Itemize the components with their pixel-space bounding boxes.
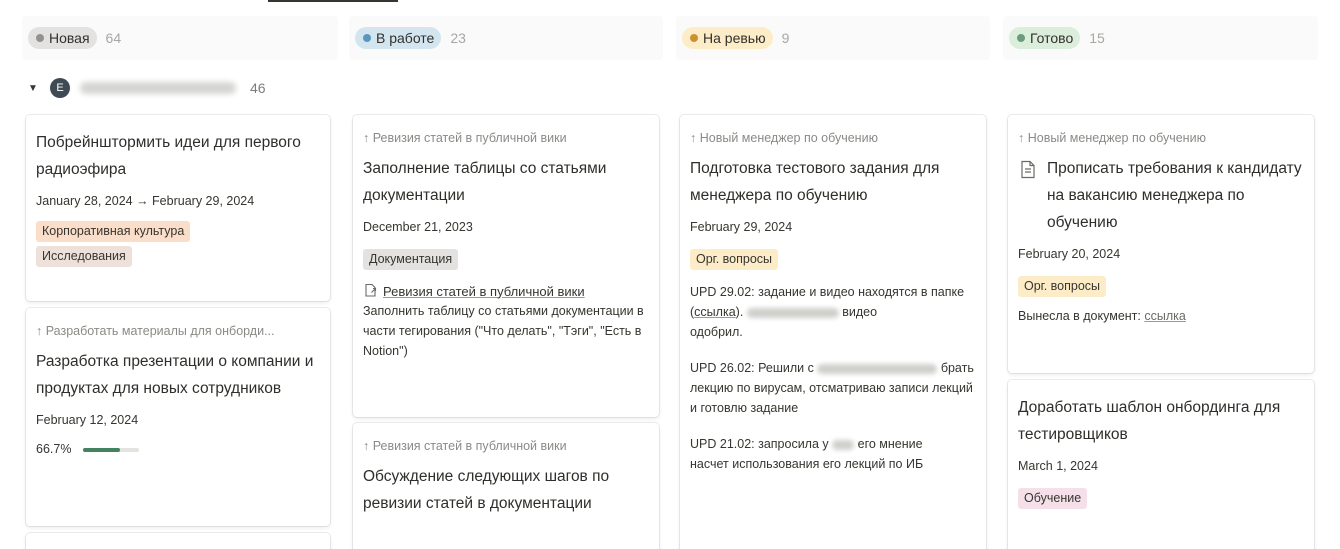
update-text: его мнение (857, 437, 923, 451)
card[interactable]: ↑ Ревизия статей в публичной вики Заполн… (353, 115, 659, 417)
card-date: December 21, 2023 (363, 220, 473, 234)
status-pill-done: Готово (1009, 27, 1081, 49)
column-header-done[interactable]: Готово 15 (1003, 16, 1318, 60)
update-text: видео (842, 305, 878, 319)
page-icon (1021, 160, 1035, 179)
redacted-name (746, 307, 839, 318)
linked-page[interactable]: Ревизия статей в публичной вики (363, 283, 649, 299)
triangle-down-icon[interactable]: ▼ (28, 83, 42, 94)
update-link[interactable]: ссылка (694, 305, 735, 319)
redacted-name (832, 439, 855, 450)
card-tags: Документация (363, 249, 649, 270)
tag: Орг. вопросы (1018, 276, 1107, 297)
tag: Обучение (1018, 488, 1088, 509)
progress-label: 66.7% (36, 442, 72, 456)
card-title-row: Прописать требования к кандидату на вака… (1018, 155, 1304, 236)
card-title: Прописать требования к кандидату на вака… (1047, 160, 1302, 231)
update-text: UPD 26.02: Решили с (690, 361, 814, 375)
active-view-underline (268, 0, 398, 2)
card[interactable] (26, 533, 330, 549)
card[interactable]: ↑ Новый менеджер по обучению Прописать т… (1008, 115, 1314, 373)
card-tags: Корпоративная культура (36, 221, 320, 242)
note-link[interactable]: ссылка (1144, 309, 1185, 323)
status-pill-new: Новая (28, 27, 97, 49)
group-owner-name (80, 82, 236, 94)
card[interactable]: Побрейнштормить идеи для первого радиоэф… (26, 115, 330, 301)
card-parent: ↑ Ревизия статей в публичной вики (363, 131, 567, 145)
progress-fill (82, 447, 121, 452)
update-text: UPD 21.02: запросила у (690, 437, 829, 451)
update-note-1: UPD 29.02: задание и видео находятся в п… (690, 282, 976, 342)
column-count: 15 (1089, 30, 1105, 46)
status-label: Готово (1030, 30, 1074, 46)
card-title: Подготовка тестового задания для менедже… (690, 160, 940, 204)
column-header-new[interactable]: Новая 64 (22, 16, 338, 60)
group-count: 46 (250, 80, 266, 96)
update-text: насчет использования его лекций по ИБ (690, 457, 924, 471)
column-count: 9 (781, 30, 790, 46)
card-note: Вынесла в документ: ссылка (1018, 306, 1304, 326)
status-pill-in-progress: В работе (355, 27, 442, 49)
status-pill-review: На ревью (682, 27, 773, 49)
card-parent: ↑ Новый менеджер по обучению (1018, 131, 1206, 145)
update-note-3: UPD 21.02: запросила у его мнение насчет… (690, 434, 976, 474)
note-text: Вынесла в документ: (1018, 309, 1141, 323)
status-dot-icon (690, 34, 698, 42)
card-date: January 28, 2024 → February 29, 2024 (36, 194, 255, 208)
card-date: March 1, 2024 (1018, 459, 1098, 473)
card-parent: ↑ Разработать материалы для онборди... (36, 324, 275, 338)
card-title: Побрейнштормить идеи для первого радиоэф… (36, 134, 301, 178)
card-date: February 12, 2024 (36, 413, 139, 427)
linked-page-description: Заполнить таблицу со статьями документац… (363, 304, 644, 358)
tag: Орг. вопросы (690, 249, 779, 270)
card-tags: Орг. вопросы (1018, 276, 1304, 297)
card-title: Обсуждение следующих шагов по ревизии ст… (363, 468, 610, 512)
status-dot-icon (363, 34, 371, 42)
card[interactable]: ↑ Ревизия статей в публичной вики Обсужд… (353, 423, 659, 549)
card[interactable]: ↑ Новый менеджер по обучению Подготовка … (680, 115, 986, 549)
status-label: На ревью (703, 30, 766, 46)
card-parent: ↑ Новый менеджер по обучению (690, 131, 878, 145)
card-title: Разработка презентации о компании и прод… (36, 353, 314, 397)
progress-bar (82, 447, 139, 452)
redacted-name (817, 363, 938, 374)
card[interactable]: Доработать шаблон онбординга для тестиро… (1008, 380, 1314, 549)
card-tags: Орг. вопросы (690, 249, 976, 270)
card[interactable]: ↑ Разработать материалы для онборди... Р… (26, 308, 330, 526)
tag: Исследования (36, 246, 132, 267)
group-header: ▼ E 46 (28, 77, 266, 99)
tag: Корпоративная культура (36, 221, 191, 242)
status-dot-icon (1017, 34, 1025, 42)
linked-page-icon (365, 283, 377, 297)
status-label: В работе (376, 30, 435, 46)
update-text: ). (735, 305, 744, 319)
card-title: Доработать шаблон онбординга для тестиро… (1018, 399, 1281, 443)
card-tags: Обучение (1018, 488, 1304, 509)
column-count: 23 (450, 30, 466, 46)
status-dot-icon (36, 34, 44, 42)
avatar: E (50, 78, 70, 98)
column-header-in-progress[interactable]: В работе 23 (349, 16, 663, 60)
card-date: February 29, 2024 (690, 220, 793, 234)
card-parent: ↑ Ревизия статей в публичной вики (363, 439, 567, 453)
update-text: одобрил. (690, 325, 743, 339)
linked-page-title[interactable]: Ревизия статей в публичной вики (383, 284, 585, 299)
card-date: February 20, 2024 (1018, 247, 1121, 261)
column-header-review[interactable]: На ревью 9 (676, 16, 990, 60)
card-tags-row2: Исследования (36, 246, 320, 267)
card-title: Заполнение таблицы со статьями документа… (363, 160, 607, 204)
status-label: Новая (49, 30, 90, 46)
update-note-2: UPD 26.02: Решили с брать лекцию по виру… (690, 358, 976, 418)
column-count: 64 (105, 30, 122, 46)
tag: Документация (363, 249, 459, 270)
card-progress: 66.7% (36, 442, 320, 456)
